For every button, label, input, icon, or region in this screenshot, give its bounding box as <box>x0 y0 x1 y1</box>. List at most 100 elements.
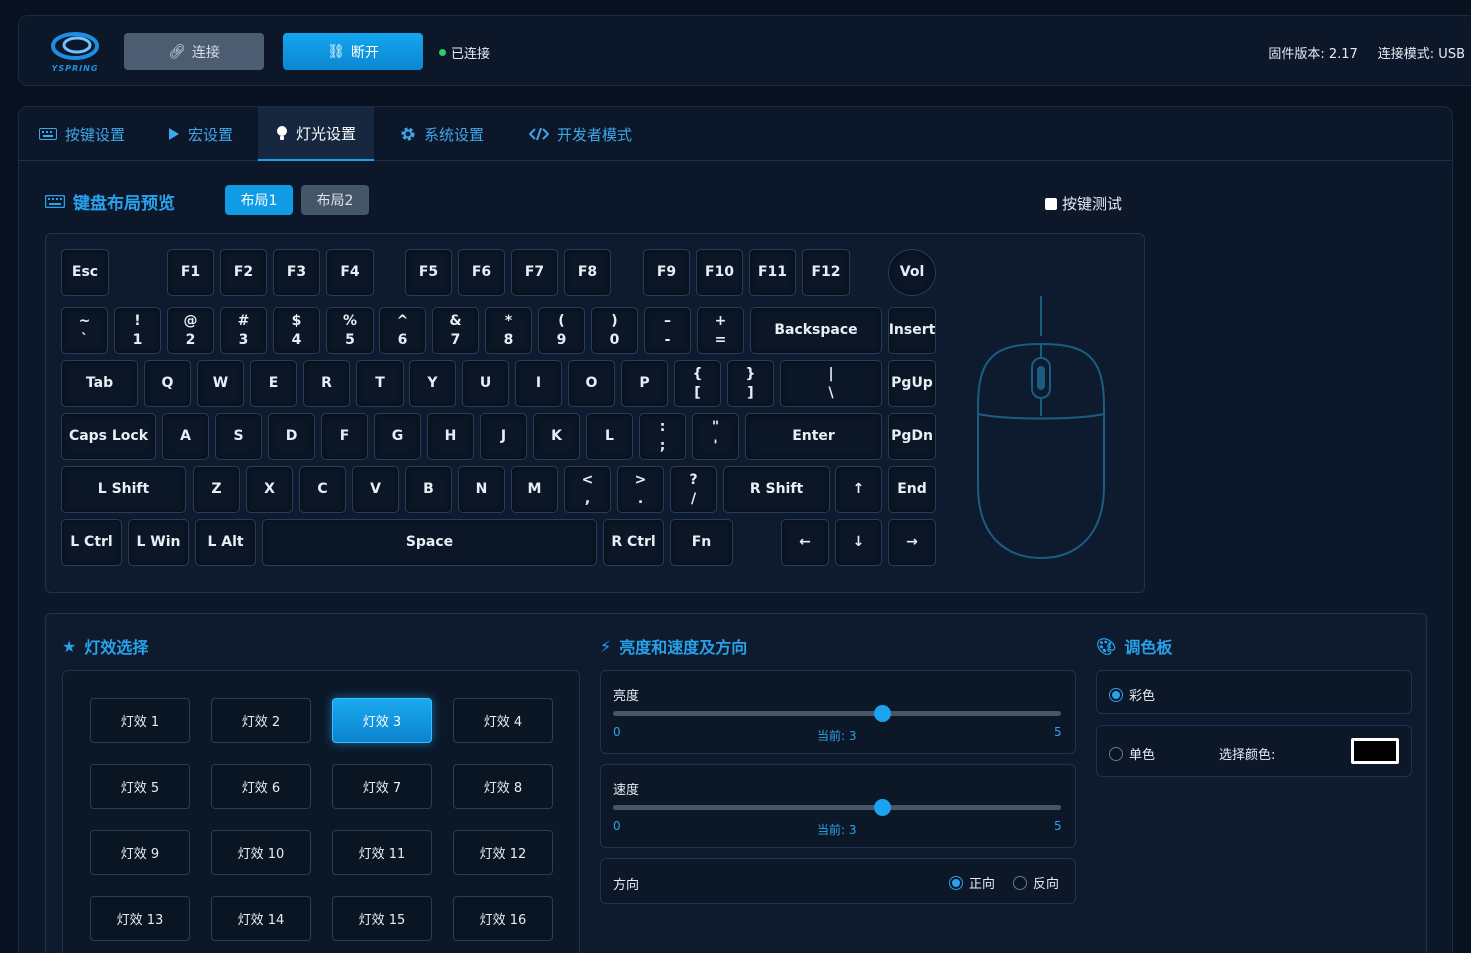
key[interactable]: F10 <box>696 249 743 296</box>
effect-button[interactable]: 灯效 13 <box>90 896 190 941</box>
effect-button[interactable]: 灯效 6 <box>211 764 311 809</box>
key[interactable]: % 5 <box>326 307 374 354</box>
key[interactable]: Tab <box>61 360 138 407</box>
key[interactable]: : ; <box>639 413 686 460</box>
key[interactable]: End <box>888 466 936 513</box>
key[interactable]: Y <box>409 360 456 407</box>
effect-button[interactable]: 灯效 12 <box>453 830 553 875</box>
key[interactable]: ) 0 <box>591 307 638 354</box>
key[interactable]: Space <box>262 519 597 566</box>
brightness-slider-thumb[interactable] <box>873 705 891 722</box>
key[interactable]: PgDn <box>888 413 936 460</box>
key[interactable]: PgUp <box>888 360 936 407</box>
key[interactable]: < , <box>564 466 611 513</box>
key[interactable]: Insert <box>888 307 936 354</box>
single-color-radio[interactable] <box>1109 746 1123 761</box>
key[interactable]: } ] <box>727 360 774 407</box>
effect-button[interactable]: 灯效 14 <box>211 896 311 941</box>
speed-slider[interactable] <box>613 799 1061 816</box>
key[interactable]: O <box>568 360 615 407</box>
key[interactable]: Q <box>144 360 191 407</box>
key[interactable]: U <box>462 360 509 407</box>
key[interactable]: F9 <box>643 249 690 296</box>
key-test-checkbox[interactable] <box>1045 197 1057 210</box>
key[interactable]: H <box>427 413 474 460</box>
key[interactable]: Z <box>193 466 240 513</box>
key[interactable]: L Shift <box>61 466 186 513</box>
key[interactable]: ~ ` <box>61 307 108 354</box>
key[interactable]: G <box>374 413 421 460</box>
key[interactable]: F <box>321 413 368 460</box>
key[interactable]: V <box>352 466 399 513</box>
key[interactable]: Esc <box>61 249 109 296</box>
key[interactable]: C <box>299 466 346 513</box>
direction-forward-radio[interactable] <box>949 875 963 890</box>
key[interactable]: ← <box>781 519 829 566</box>
tab-light-settings[interactable]: 灯光设置 <box>258 107 375 161</box>
layout1-button[interactable]: 布局1 <box>225 185 293 215</box>
key[interactable]: F4 <box>326 249 374 296</box>
key[interactable]: ↑ <box>835 466 882 513</box>
effect-button[interactable]: 灯效 4 <box>453 698 553 743</box>
key[interactable]: F3 <box>273 249 320 296</box>
key[interactable]: J <box>480 413 527 460</box>
key[interactable]: – - <box>644 307 691 354</box>
key[interactable]: E <box>250 360 297 407</box>
key[interactable]: " ' <box>692 413 739 460</box>
key[interactable]: Fn <box>670 519 733 566</box>
key[interactable]: F7 <box>511 249 558 296</box>
key[interactable]: W <box>197 360 244 407</box>
key[interactable]: R Ctrl <box>603 519 664 566</box>
key[interactable]: S <box>215 413 262 460</box>
key[interactable]: F1 <box>167 249 214 296</box>
key[interactable]: Enter <box>745 413 882 460</box>
key[interactable]: F12 <box>802 249 850 296</box>
key[interactable]: N <box>458 466 505 513</box>
key[interactable]: * 8 <box>485 307 532 354</box>
effect-button[interactable]: 灯效 7 <box>332 764 432 809</box>
disconnect-button[interactable]: ⛓︎ 断开 <box>283 33 423 70</box>
effect-button[interactable]: 灯效 9 <box>90 830 190 875</box>
key[interactable]: L Ctrl <box>61 519 122 566</box>
key[interactable]: L <box>586 413 633 460</box>
key[interactable]: | \ <box>780 360 882 407</box>
key[interactable]: F2 <box>220 249 267 296</box>
key[interactable]: P <box>621 360 668 407</box>
key[interactable]: L Alt <box>195 519 256 566</box>
key[interactable]: F6 <box>458 249 505 296</box>
key[interactable]: { [ <box>674 360 721 407</box>
key[interactable]: ( 9 <box>538 307 585 354</box>
key-test-toggle[interactable]: 按键测试 <box>1045 193 1122 214</box>
key[interactable]: F11 <box>749 249 796 296</box>
direction-reverse-option[interactable]: 反向 <box>1013 873 1059 892</box>
tab-system-settings[interactable]: 系统设置 <box>382 107 502 161</box>
key[interactable]: M <box>511 466 558 513</box>
key[interactable]: R <box>303 360 350 407</box>
key[interactable]: B <box>405 466 452 513</box>
key[interactable]: F8 <box>564 249 611 296</box>
key[interactable]: Vol <box>888 249 936 296</box>
direction-forward-option[interactable]: 正向 <box>949 873 995 892</box>
effect-button[interactable]: 灯效 2 <box>211 698 311 743</box>
tab-key-settings[interactable]: 按键设置 <box>21 107 143 161</box>
brightness-slider[interactable] <box>613 705 1061 722</box>
key[interactable]: F5 <box>405 249 452 296</box>
key[interactable]: & 7 <box>432 307 479 354</box>
key[interactable]: X <box>246 466 293 513</box>
effect-button[interactable]: 灯效 11 <box>332 830 432 875</box>
effect-button[interactable]: 灯效 10 <box>211 830 311 875</box>
key[interactable]: T <box>356 360 404 407</box>
key[interactable]: Caps Lock <box>61 413 156 460</box>
key[interactable]: > . <box>617 466 664 513</box>
key[interactable]: Backspace <box>750 307 882 354</box>
connect-button[interactable]: 🔗︎ 连接 <box>124 33 264 70</box>
speed-slider-thumb[interactable] <box>873 799 891 816</box>
effect-button[interactable]: 灯效 5 <box>90 764 190 809</box>
key[interactable]: ! 1 <box>114 307 161 354</box>
key[interactable]: → <box>888 519 936 566</box>
rainbow-option[interactable]: 彩色 <box>1109 685 1155 704</box>
key[interactable]: ↓ <box>835 519 882 566</box>
key[interactable]: # 3 <box>220 307 267 354</box>
key[interactable]: $ 4 <box>273 307 320 354</box>
color-swatch[interactable] <box>1351 738 1399 764</box>
